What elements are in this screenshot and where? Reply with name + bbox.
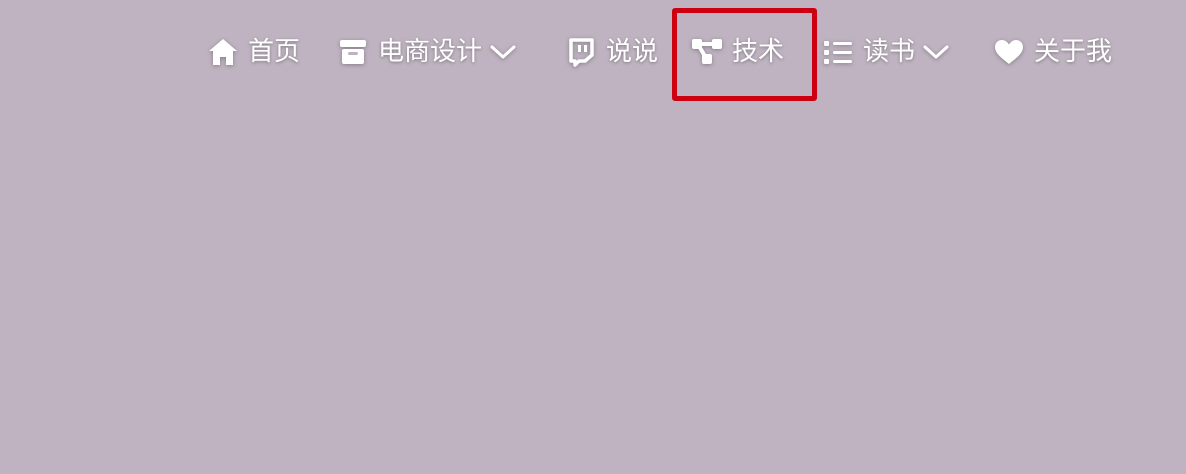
list-icon [821,30,855,74]
top-nav: 首页 电商设计 说说 技术 读书 关于我 [0,0,1186,104]
nav-item-tech-label: 技术 [732,37,785,67]
nav-item-reading-label: 读书 [863,37,916,67]
nav-item-home[interactable]: 首页 [206,30,300,74]
nav-item-ecommerce-design[interactable]: 电商设计 [336,30,516,74]
chevron-down-icon [923,30,949,74]
nav-item-tech[interactable]: 技术 [690,30,784,74]
nav-item-reading[interactable]: 读书 [821,30,949,74]
nav-item-home-label: 首页 [248,37,301,67]
chat-bubble-icon [564,30,598,74]
nav-item-talk-label: 说说 [606,37,659,67]
home-icon [206,30,240,74]
heart-icon [992,30,1026,74]
chevron-down-icon [490,30,516,74]
nav-item-about-me-label: 关于我 [1034,37,1113,67]
share-nodes-icon [690,30,724,74]
archive-icon [336,30,370,74]
nav-item-talk[interactable]: 说说 [564,30,658,74]
nav-item-ecommerce-design-label: 电商设计 [378,37,483,67]
nav-item-about-me[interactable]: 关于我 [992,30,1112,74]
